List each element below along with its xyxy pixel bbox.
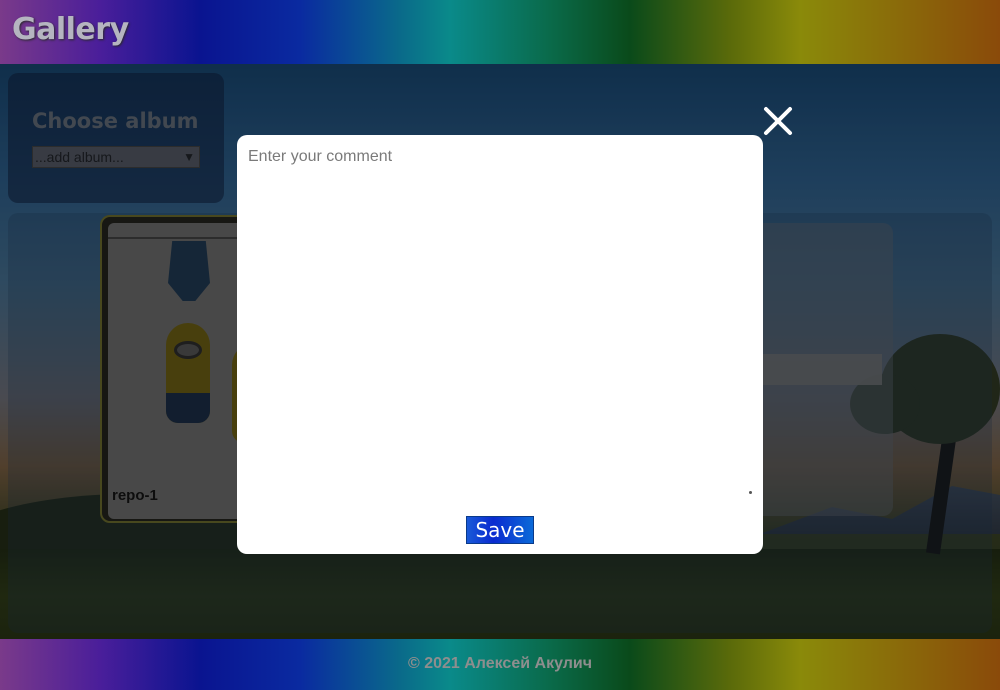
footer: © 2021 Алексей Акулич xyxy=(0,639,1000,690)
footer-copyright: © 2021 Алексей Акулич xyxy=(407,655,593,672)
close-icon[interactable] xyxy=(758,102,796,140)
comment-modal: Save xyxy=(237,135,763,554)
save-button[interactable]: Save xyxy=(466,516,534,544)
header: Gallery xyxy=(0,0,1000,64)
page-title: Gallery xyxy=(12,12,129,47)
comment-input[interactable] xyxy=(237,135,763,500)
resize-handle[interactable] xyxy=(749,491,752,494)
